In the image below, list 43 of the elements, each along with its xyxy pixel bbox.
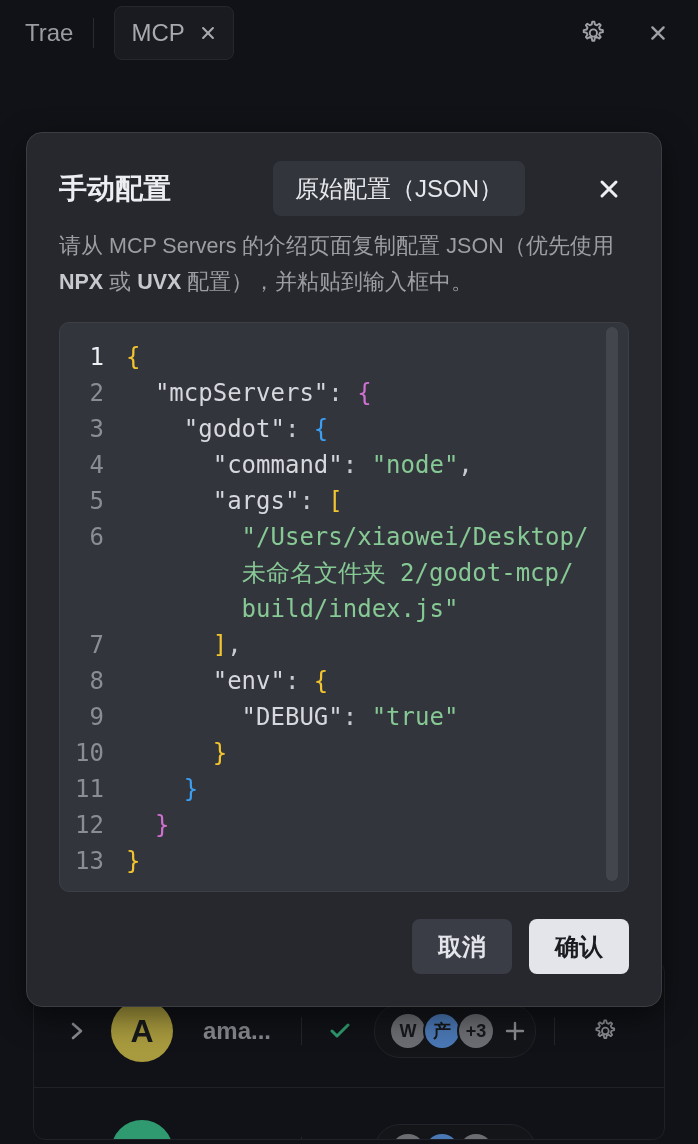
tool-badge: 产 bbox=[423, 1012, 461, 1050]
code-line: "env": { bbox=[212, 666, 329, 697]
code-line: } bbox=[212, 738, 228, 769]
tab[interactable]: MCP bbox=[114, 6, 234, 60]
code-line: } bbox=[183, 774, 199, 805]
line-number: 7 bbox=[88, 630, 104, 661]
code-line: } bbox=[126, 846, 141, 877]
code-line: "godot": { bbox=[183, 414, 329, 445]
close-icon[interactable] bbox=[650, 25, 666, 41]
code-line: ], bbox=[212, 630, 242, 661]
line-number: 2 bbox=[88, 378, 104, 409]
line-number: 6 bbox=[88, 522, 104, 553]
line-number: 5 bbox=[88, 486, 104, 517]
line-number: 13 bbox=[74, 846, 104, 877]
code-line: { bbox=[126, 342, 141, 373]
tool-badge: +3 bbox=[457, 1012, 495, 1050]
tool-badge: W bbox=[389, 1012, 427, 1050]
dialog-title: 手动配置 bbox=[59, 171, 171, 206]
code-line: "mcpServers": { bbox=[154, 378, 372, 409]
plus-icon[interactable] bbox=[505, 1021, 525, 1041]
cancel-button[interactable]: 取消 bbox=[412, 919, 512, 974]
code-line: "args": [ bbox=[212, 486, 343, 517]
code-line: } bbox=[154, 810, 170, 841]
line-number: 3 bbox=[88, 414, 104, 445]
line-number: 9 bbox=[88, 702, 104, 733]
mode-button[interactable]: 原始配置（JSON） bbox=[273, 161, 525, 216]
line-number: 8 bbox=[88, 666, 104, 697]
chevron-icon[interactable] bbox=[70, 1021, 84, 1041]
code-editor[interactable]: 1 { 2 "mcpServers": { 3 "godot": { 4 "command": "node", 5 "args": [ 6 "/Users/xiaowei/Desktop/未命名文件夹 2/godot-mcp/build/index.js" 7 ], 8 "env": { 9 "DEBUG": "true" 10 } 11 } 12 } 13 } bbox=[59, 322, 629, 892]
close-icon[interactable] bbox=[599, 178, 619, 199]
confirm-button[interactable]: 确认 bbox=[529, 919, 629, 974]
code-line: "/Users/xiaowei/Desktop/未命名文件夹 2/godot-mcp/build/index.js" bbox=[241, 522, 590, 625]
code-line: "DEBUG": "true" bbox=[241, 702, 459, 733]
server-name: ama... bbox=[203, 1017, 273, 1045]
code-line: "command": "node", bbox=[212, 450, 473, 481]
line-number: 10 bbox=[74, 738, 104, 769]
close-icon[interactable] bbox=[200, 26, 215, 40]
dialog-description: 请从 MCP Servers 的介绍页面复制配置 JSON（优先使用 NPX 或 UVX 配置），并粘贴到输入框中。 bbox=[59, 233, 615, 296]
line-number: 11 bbox=[74, 774, 104, 805]
line-number: 12 bbox=[74, 810, 104, 841]
line-number: 1 bbox=[88, 342, 104, 373]
app-name[interactable]: Trae bbox=[25, 19, 74, 47]
line-number: 4 bbox=[88, 450, 104, 481]
